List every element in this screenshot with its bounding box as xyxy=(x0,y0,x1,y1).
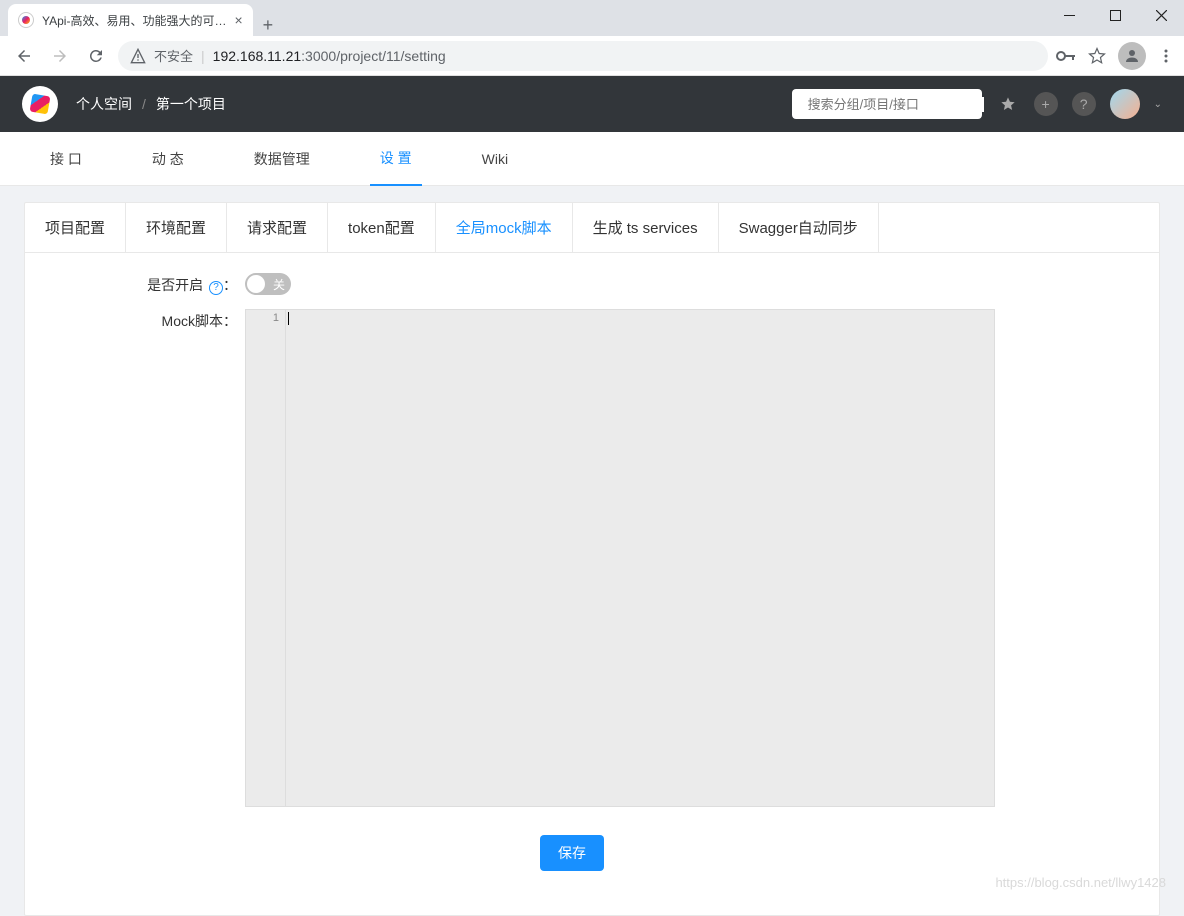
chrome-menu-icon[interactable] xyxy=(1158,48,1174,64)
main-tabs: 接 口动 态数据管理设 置 Wiki xyxy=(0,132,1184,186)
chevron-down-icon[interactable]: ⌄ xyxy=(1154,99,1162,110)
sub-tab-2[interactable]: 请求配置 xyxy=(227,203,328,252)
sub-tab-0[interactable]: 项目配置 xyxy=(25,203,126,252)
help-header-icon[interactable]: ? xyxy=(1072,92,1096,116)
tab-title: YApi-高效、易用、功能强大的可… xyxy=(42,12,226,29)
sub-tab-1[interactable]: 环境配置 xyxy=(126,203,227,252)
insecure-icon xyxy=(130,48,146,64)
breadcrumb-space[interactable]: 个人空间 xyxy=(76,94,132,114)
breadcrumb-project[interactable]: 第一个项目 xyxy=(156,94,226,114)
settings-panel: 项目配置环境配置请求配置token配置全局mock脚本生成 ts service… xyxy=(24,202,1160,916)
close-tab-icon[interactable]: × xyxy=(234,12,242,28)
main-tab-3[interactable]: 设 置 xyxy=(370,132,422,186)
line-number: 1 xyxy=(246,312,279,324)
search-input[interactable] xyxy=(808,97,984,112)
star-icon[interactable] xyxy=(1088,47,1106,65)
app-header: 个人空间 / 第一个项目 + ? ⌄ xyxy=(0,76,1184,132)
help-icon[interactable]: ? xyxy=(209,281,223,295)
main-tab-1[interactable]: 动 态 xyxy=(142,132,194,186)
toggle-off-text: 关 xyxy=(273,276,285,293)
address-bar[interactable]: 不安全 | 192.168.11.21:3000/project/11/sett… xyxy=(118,41,1048,71)
content-area: 项目配置环境配置请求配置token配置全局mock脚本生成 ts service… xyxy=(0,186,1184,916)
sub-tab-4[interactable]: 全局mock脚本 xyxy=(436,203,573,252)
editor-textarea[interactable] xyxy=(286,310,994,806)
enable-label: 是否开启 ?： xyxy=(25,273,245,295)
reload-button[interactable] xyxy=(82,42,110,70)
user-avatar[interactable] xyxy=(1110,89,1140,119)
main-tab-2[interactable]: 数据管理 xyxy=(244,132,320,186)
main-tab-0[interactable]: 接 口 xyxy=(40,132,92,186)
browser-tab-bar: YApi-高效、易用、功能强大的可… × + xyxy=(0,0,1184,36)
new-tab-button[interactable]: + xyxy=(253,15,284,36)
browser-tab[interactable]: YApi-高效、易用、功能强大的可… × xyxy=(8,4,253,36)
sub-tabs: 项目配置环境配置请求配置token配置全局mock脚本生成 ts service… xyxy=(25,203,1159,253)
app-logo[interactable] xyxy=(22,86,58,122)
back-button[interactable] xyxy=(10,42,38,70)
form-area: 是否开启 ?： 关 Mock脚本： 1 xyxy=(25,253,1159,915)
main-tab-4[interactable]: Wiki xyxy=(472,132,518,186)
sub-tab-6[interactable]: Swagger自动同步 xyxy=(719,203,879,252)
script-label: Mock脚本： xyxy=(25,309,245,331)
window-controls xyxy=(1046,0,1184,30)
forward-button[interactable] xyxy=(46,42,74,70)
search-box[interactable] xyxy=(792,89,982,119)
star-header-icon[interactable] xyxy=(996,92,1020,116)
maximize-button[interactable] xyxy=(1092,0,1138,30)
favicon-icon xyxy=(18,12,34,28)
url-text: 192.168.11.21:3000/project/11/setting xyxy=(213,48,446,64)
add-header-icon[interactable]: + xyxy=(1034,92,1058,116)
breadcrumb: 个人空间 / 第一个项目 xyxy=(76,94,226,114)
editor-gutter: 1 xyxy=(246,310,286,806)
close-window-button[interactable] xyxy=(1138,0,1184,30)
breadcrumb-separator: / xyxy=(142,96,146,112)
sub-tab-3[interactable]: token配置 xyxy=(328,203,436,252)
save-button[interactable]: 保存 xyxy=(540,835,604,871)
watermark: https://blog.csdn.net/llwy1428 xyxy=(995,875,1166,890)
toggle-knob xyxy=(247,275,265,293)
enable-toggle[interactable]: 关 xyxy=(245,273,291,295)
code-editor[interactable]: 1 xyxy=(245,309,995,807)
key-icon[interactable] xyxy=(1056,50,1076,62)
chrome-profile-icon[interactable] xyxy=(1118,42,1146,70)
security-label: 不安全 xyxy=(154,46,193,65)
browser-toolbar: 不安全 | 192.168.11.21:3000/project/11/sett… xyxy=(0,36,1184,76)
minimize-button[interactable] xyxy=(1046,0,1092,30)
sub-tab-5[interactable]: 生成 ts services xyxy=(573,203,719,252)
